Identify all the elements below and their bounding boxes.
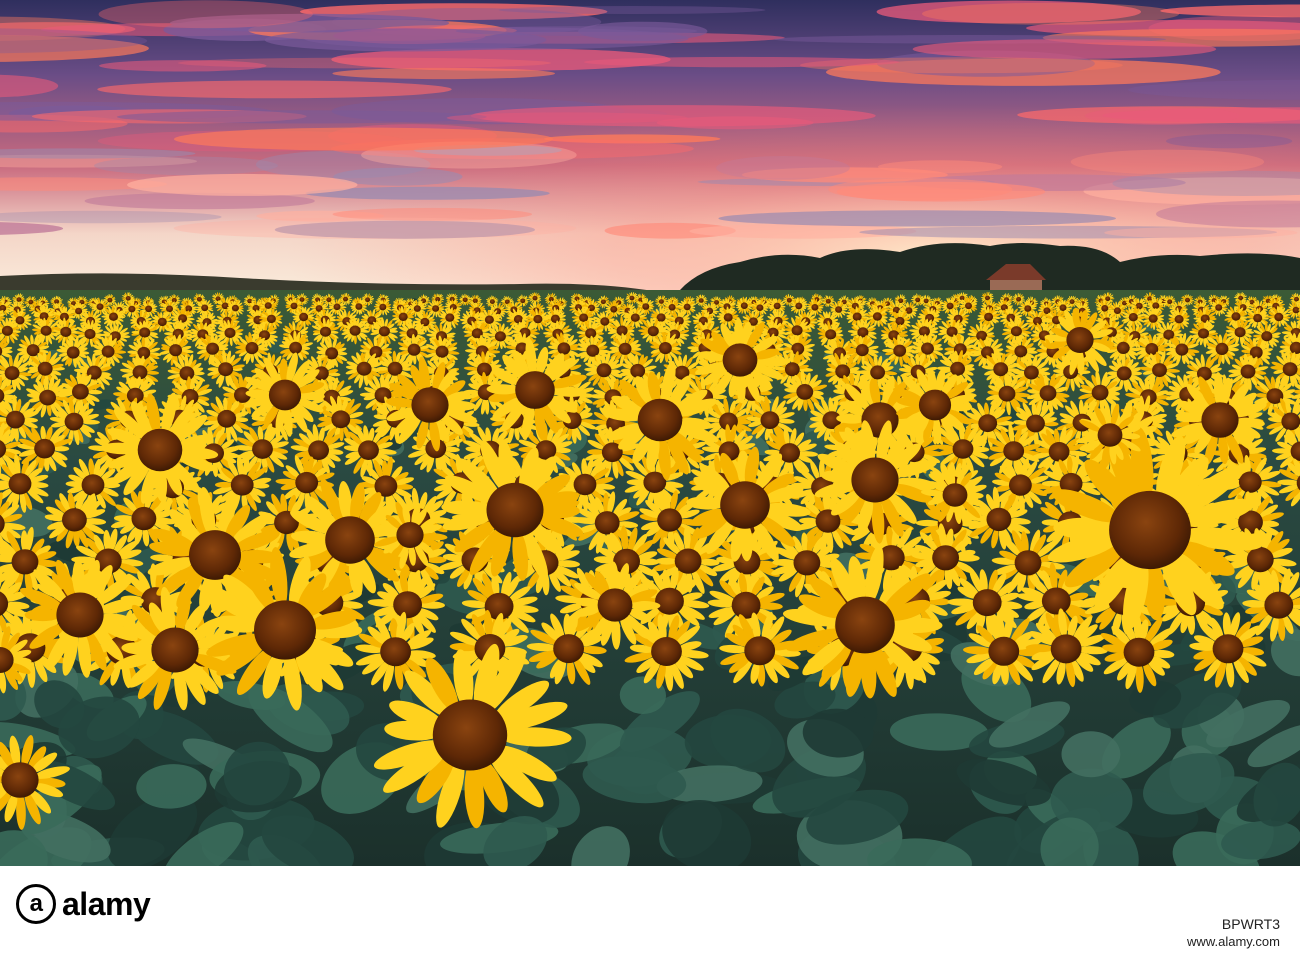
sunflower-field-scene [0,0,1300,866]
alamy-logo: a alamy [16,884,151,924]
alamy-logo-text: alamy [62,885,151,922]
watermark-bar: a alamy BPWRT3 www.alamy.com [0,866,1300,956]
image-id: BPWRT3 [1221,916,1280,932]
site-url: www.alamy.com [1187,934,1280,949]
alamy-logo-icon: a [16,884,56,924]
sunflower-photo [0,0,1300,866]
